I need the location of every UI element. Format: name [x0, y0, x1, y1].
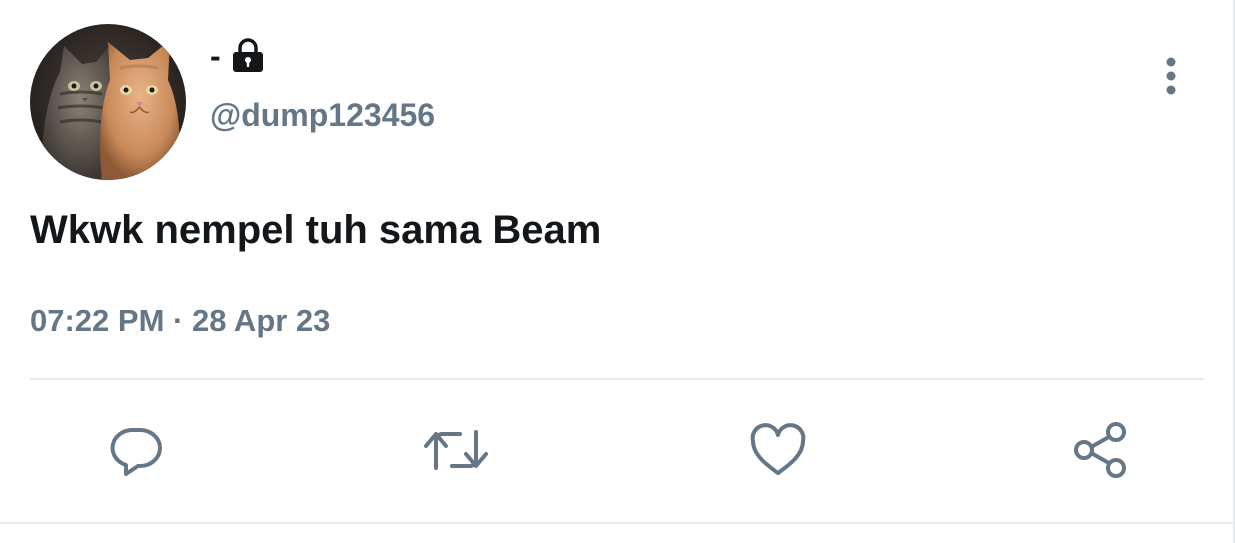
tweet-text: Wkwk nempel tuh sama Beam — [30, 208, 602, 252]
share-button[interactable] — [1068, 418, 1132, 482]
more-options-button[interactable] — [1150, 52, 1192, 100]
display-name[interactable]: - — [210, 36, 221, 76]
display-name-row: - — [210, 36, 265, 76]
bottom-divider — [0, 522, 1235, 524]
tweet-card: - @dump123456 Wkwk nempel tuh sama Beam … — [0, 0, 1235, 543]
user-handle[interactable]: @dump123456 — [210, 94, 435, 136]
tweet-time[interactable]: 07:22 PM — [30, 303, 164, 338]
tweet-date[interactable]: 28 Apr 23 — [192, 303, 330, 338]
avatar[interactable] — [30, 24, 186, 180]
lock-icon — [231, 38, 265, 74]
share-icon — [1074, 422, 1126, 478]
reply-icon — [110, 428, 162, 476]
reply-button[interactable] — [104, 418, 168, 482]
heart-icon — [750, 423, 806, 475]
more-vertical-icon — [1166, 57, 1176, 95]
like-button[interactable] — [746, 418, 810, 482]
avatar-cats-image — [30, 24, 186, 180]
timestamp-row: 07:22 PM · 28 Apr 23 — [30, 300, 330, 342]
timestamp-separator: · — [173, 303, 184, 338]
retweet-button[interactable] — [424, 418, 488, 482]
retweet-icon — [424, 430, 488, 470]
divider — [30, 378, 1204, 380]
